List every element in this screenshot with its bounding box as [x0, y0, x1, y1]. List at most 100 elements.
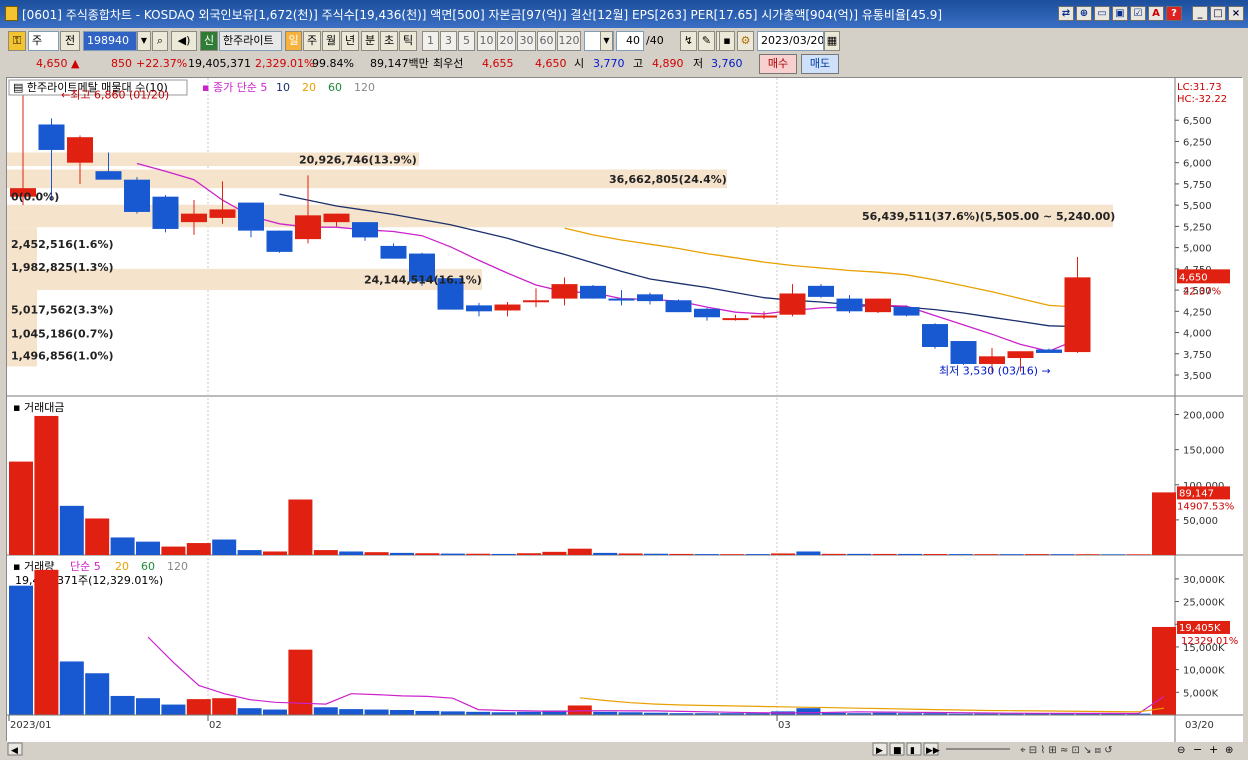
lock-icon[interactable]: ⚿ — [8, 31, 26, 51]
candle-body — [779, 293, 806, 315]
period-tab-day[interactable]: 일 — [285, 31, 302, 51]
save-icon[interactable]: ▪ — [719, 31, 735, 51]
volume-profile-label: 0(0.0%) — [11, 191, 59, 204]
chevron-down-icon[interactable]: ▼ — [600, 31, 613, 51]
check-icon[interactable]: ☑ — [1130, 6, 1146, 21]
volume-profile-label: 1,045,186(0.7%) — [11, 327, 114, 340]
close-button[interactable]: × — [1228, 6, 1244, 21]
interval-120[interactable]: 120 — [557, 31, 581, 51]
prev-button[interactable]: 전 — [60, 31, 80, 51]
candle-body — [979, 356, 1005, 364]
window-icon[interactable]: ▭ — [1094, 6, 1110, 21]
scroll-chart-icon[interactable]: ↯ — [680, 31, 697, 51]
zoom-out-icon[interactable]: ⊖ — [1177, 745, 1185, 756]
period-tab-week[interactable]: 주 — [303, 31, 321, 51]
search-icon[interactable]: ⌕ — [152, 31, 168, 51]
font-icon[interactable]: A — [1148, 6, 1164, 21]
period-tab-minute[interactable]: 분 — [361, 31, 379, 51]
period-tab-second[interactable]: 초 — [380, 31, 398, 51]
period-tab-month[interactable]: 월 — [322, 31, 340, 51]
x-axis-end-label: 03/20 — [1185, 720, 1214, 731]
minimize-button[interactable]: _ — [1192, 6, 1208, 21]
count-input[interactable]: 40 — [616, 31, 644, 51]
y-tick-label: 6,000 — [1183, 159, 1212, 170]
open-label: 시 — [574, 57, 585, 70]
interval-20[interactable]: 20 — [497, 31, 516, 51]
candle-body — [266, 230, 293, 252]
expand-icon[interactable]: ⊕ — [1225, 745, 1233, 756]
interval-5[interactable]: 5 — [458, 31, 475, 51]
chevron-down-icon[interactable]: ▼ — [137, 31, 151, 51]
trade-amount: 89,147백만 — [370, 57, 429, 70]
volume-bar — [59, 661, 84, 715]
interval-10[interactable]: 10 — [477, 31, 496, 51]
interval-1[interactable]: 1 — [422, 31, 439, 51]
candle-body — [665, 300, 692, 313]
x-tick-label: 03 — [778, 720, 791, 731]
y-tick-label: 5,250 — [1183, 222, 1212, 233]
amount-bar — [517, 553, 541, 555]
calendar-icon[interactable]: ▦ — [824, 31, 840, 51]
y-tick-label: 150,000 — [1183, 446, 1224, 457]
amount-bar — [466, 553, 491, 555]
type-select[interactable]: 주 — [28, 31, 59, 51]
sell-button[interactable]: 매도 — [801, 54, 839, 74]
amount-bar — [440, 553, 465, 555]
volume-bar — [212, 698, 237, 715]
plus-icon[interactable]: + — [1209, 743, 1218, 756]
amount-bar — [923, 554, 948, 555]
speaker-icon[interactable]: ◀) — [171, 31, 197, 51]
maximize-button[interactable]: □ — [1210, 6, 1226, 21]
amount-bar — [745, 554, 770, 555]
amount-bar — [1152, 492, 1176, 555]
amount-bar — [1025, 554, 1049, 555]
interval-3[interactable]: 3 — [440, 31, 457, 51]
share-icon[interactable]: ⊕ — [1076, 6, 1092, 21]
screen-icon[interactable]: ▣ — [1112, 6, 1128, 21]
candle-body — [238, 202, 264, 231]
chart-area[interactable]: 6,5006,2506,0005,7505,5005,2505,0004,750… — [6, 77, 1243, 742]
volume-bar — [186, 699, 211, 715]
price-pct-label: 22.37% — [1183, 286, 1221, 297]
interval-30[interactable]: 30 — [517, 31, 536, 51]
date-input[interactable]: 2023/03/20 — [757, 31, 824, 51]
candle-body — [295, 215, 321, 240]
low-label: 저 — [693, 57, 704, 70]
y-tick-label: 200,000 — [1183, 411, 1224, 422]
scroll-bar[interactable]: ◀ ▶ ■ ▮ ▶▶ ⌖ ⊟ ⌇ ⊞ ≈ ⊡ ↘ ⧈ ↺ ⊖ − + ⊕ — [0, 741, 1248, 757]
link-icon[interactable]: ⇄ — [1058, 6, 1074, 21]
candle-body — [1064, 277, 1091, 353]
minus-icon[interactable]: − — [1193, 743, 1202, 756]
volume-profile-label: 2,452,516(1.6%) — [11, 238, 114, 251]
period-tab-year[interactable]: 년 — [341, 31, 359, 51]
best-bid: 4,650 — [535, 57, 567, 70]
chart-tools-icon[interactable]: ⌖ ⊟ ⌇ ⊞ ≈ ⊡ ↘ ⧈ ↺ — [1020, 745, 1113, 756]
amount-bar — [999, 554, 1024, 555]
amount-panel-title: ▪ 거래대금 — [13, 401, 64, 414]
current-price: 4,650 — [36, 57, 68, 70]
y-tick-label: 3,500 — [1183, 371, 1212, 382]
candle-body — [637, 294, 663, 302]
period-tab-tick[interactable]: 틱 — [399, 31, 417, 51]
volume-bar — [415, 710, 440, 715]
amount-bar — [237, 550, 262, 555]
amount-bar — [1101, 554, 1126, 555]
x-tick-label: 2023/01 — [10, 720, 52, 731]
candle-body — [836, 298, 863, 312]
amount-bar — [161, 546, 186, 555]
amount-bar — [872, 553, 897, 555]
interval-60[interactable]: 60 — [537, 31, 556, 51]
code-input[interactable]: 198940 — [83, 31, 137, 51]
stock-chart[interactable]: 6,5006,2506,0005,7505,5005,2505,0004,750… — [7, 78, 1243, 742]
buy-button[interactable]: 매수 — [759, 54, 797, 74]
y-tick-label: 4,000 — [1183, 329, 1212, 340]
volume-ratio: 2,329.01% — [255, 57, 315, 70]
help-icon[interactable]: ? — [1166, 6, 1182, 21]
amount-bar — [542, 551, 567, 555]
volume-pct-label: 12329.01% — [1181, 636, 1238, 647]
best-label: 최우선 — [433, 57, 464, 70]
gear-icon[interactable]: ⚙ — [737, 31, 754, 51]
candle-body — [523, 300, 549, 303]
compare-icon[interactable]: ✎ — [698, 31, 715, 51]
count-total: /40 — [646, 34, 664, 47]
